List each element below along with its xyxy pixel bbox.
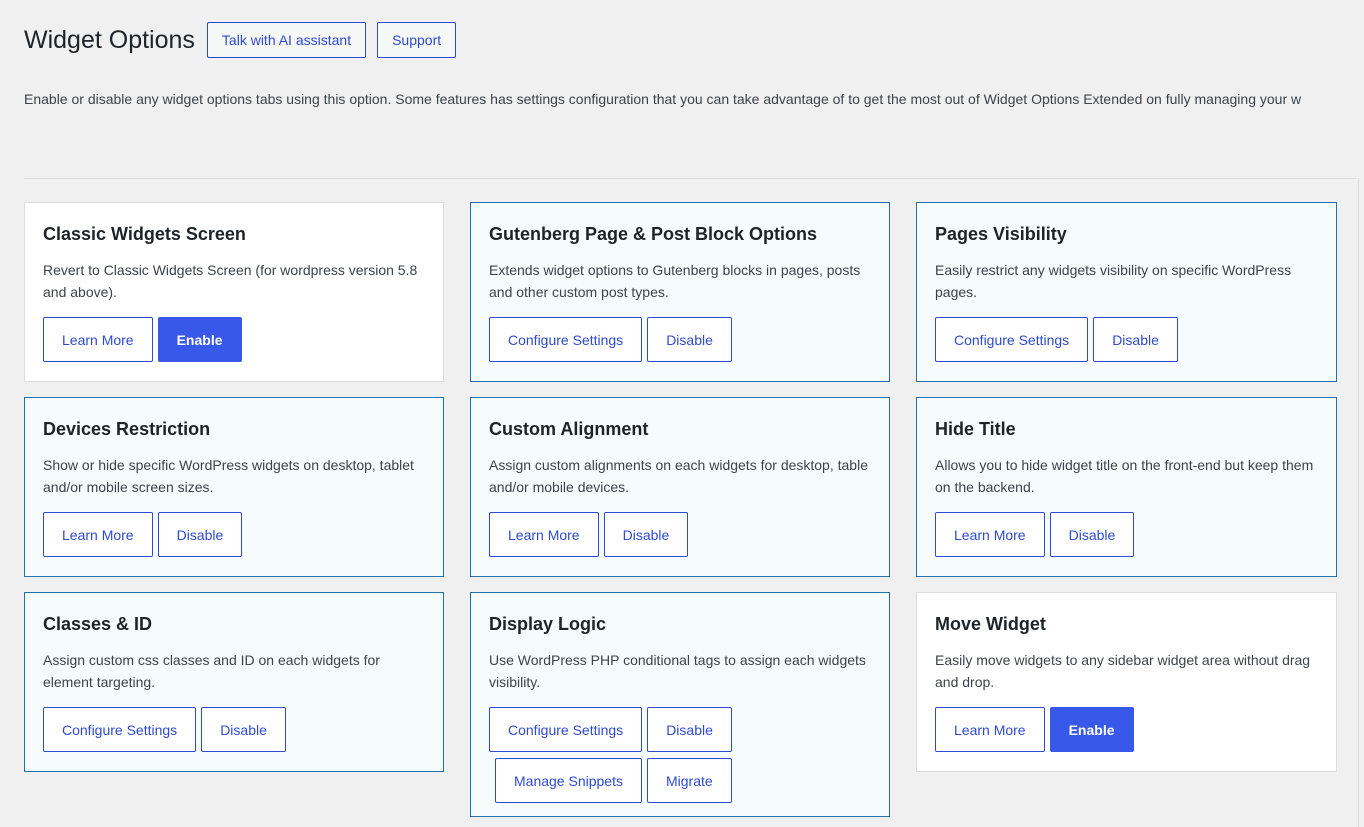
card-description: Easily restrict any widgets visibility o… — [935, 262, 1292, 300]
feature-grid: Classic Widgets Screen Revert to Classic… — [24, 202, 1337, 817]
learn-more-button[interactable]: Learn More — [935, 707, 1045, 752]
card-actions: Learn More Disable — [935, 512, 1318, 557]
card-title: Classes & ID — [43, 614, 153, 634]
card-description: Show or hide specific WordPress widgets … — [43, 457, 414, 495]
card-description: Allows you to hide widget title on the f… — [935, 457, 1314, 495]
card-title: Devices Restriction — [43, 419, 211, 439]
feature-card-gutenberg-block-options: Gutenberg Page & Post Block Options Exte… — [470, 202, 890, 382]
disable-button[interactable]: Disable — [647, 707, 732, 752]
configure-settings-button[interactable]: Configure Settings — [935, 317, 1089, 362]
feature-card-classes-and-id: Classes & ID Assign custom css classes a… — [24, 592, 444, 772]
feature-card-custom-alignment: Custom Alignment Assign custom alignment… — [470, 397, 890, 577]
migrate-button[interactable]: Migrate — [646, 758, 732, 803]
card-description: Use WordPress PHP conditional tags to as… — [489, 652, 866, 690]
learn-more-button[interactable]: Learn More — [935, 512, 1045, 557]
disable-button[interactable]: Disable — [1049, 512, 1135, 557]
card-title: Gutenberg Page & Post Block Options — [489, 224, 818, 244]
configure-settings-button[interactable]: Configure Settings — [489, 317, 643, 362]
feature-card-display-logic: Display Logic Use WordPress PHP conditio… — [470, 592, 890, 817]
card-title: Classic Widgets Screen — [43, 224, 246, 244]
support-button[interactable]: Support — [377, 22, 457, 58]
divider — [1358, 178, 1359, 827]
enable-button[interactable]: Enable — [157, 317, 242, 362]
disable-button[interactable]: Disable — [647, 317, 732, 362]
manage-snippets-button[interactable]: Manage Snippets — [495, 758, 642, 803]
card-description: Extends widget options to Gutenberg bloc… — [489, 262, 861, 300]
card-actions: Configure Settings Disable — [489, 317, 871, 362]
feature-card-pages-visibility: Pages Visibility Easily restrict any wid… — [916, 202, 1337, 382]
feature-card-devices-restriction: Devices Restriction Show or hide specifi… — [24, 397, 444, 577]
disable-button[interactable]: Disable — [201, 707, 286, 752]
card-actions: Configure Settings Disable Manage Snippe… — [489, 707, 871, 803]
disable-button[interactable]: Disable — [157, 512, 243, 557]
configure-settings-button[interactable]: Configure Settings — [43, 707, 197, 752]
learn-more-button[interactable]: Learn More — [489, 512, 599, 557]
enable-button[interactable]: Enable — [1049, 707, 1134, 752]
page-header: Widget Options Talk with AI assistant Su… — [24, 22, 467, 58]
card-actions: Learn More Disable — [489, 512, 871, 557]
card-description: Easily move widgets to any sidebar widge… — [935, 652, 1311, 690]
card-title: Custom Alignment — [489, 419, 649, 439]
card-description: Revert to Classic Widgets Screen (for wo… — [43, 262, 418, 300]
card-title: Move Widget — [935, 614, 1046, 634]
page-title: Widget Options — [24, 26, 195, 54]
card-description: Assign custom css classes and ID on each… — [43, 652, 380, 690]
card-description: Assign custom alignments on each widgets… — [489, 457, 868, 495]
disable-button[interactable]: Disable — [603, 512, 689, 557]
card-actions: Learn More Enable — [935, 707, 1318, 752]
card-title: Pages Visibility — [935, 224, 1067, 244]
card-title: Display Logic — [489, 614, 607, 634]
card-actions: Learn More Disable — [43, 512, 425, 557]
card-title: Hide Title — [935, 419, 1016, 439]
page-description: Enable or disable any widget options tab… — [24, 91, 1302, 107]
configure-settings-button[interactable]: Configure Settings — [489, 707, 643, 752]
feature-card-classic-widgets-screen: Classic Widgets Screen Revert to Classic… — [24, 202, 444, 382]
widget-options-page: Widget Options Talk with AI assistant Su… — [0, 0, 1364, 827]
card-actions: Learn More Enable — [43, 317, 425, 362]
card-actions: Configure Settings Disable — [43, 707, 425, 752]
feature-card-move-widget: Move Widget Easily move widgets to any s… — [916, 592, 1337, 772]
feature-card-hide-title: Hide Title Allows you to hide widget tit… — [916, 397, 1337, 577]
card-actions: Configure Settings Disable — [935, 317, 1318, 362]
disable-button[interactable]: Disable — [1093, 317, 1178, 362]
learn-more-button[interactable]: Learn More — [43, 512, 153, 557]
learn-more-button[interactable]: Learn More — [43, 317, 153, 362]
divider — [24, 178, 1356, 179]
talk-with-ai-button[interactable]: Talk with AI assistant — [206, 22, 367, 58]
